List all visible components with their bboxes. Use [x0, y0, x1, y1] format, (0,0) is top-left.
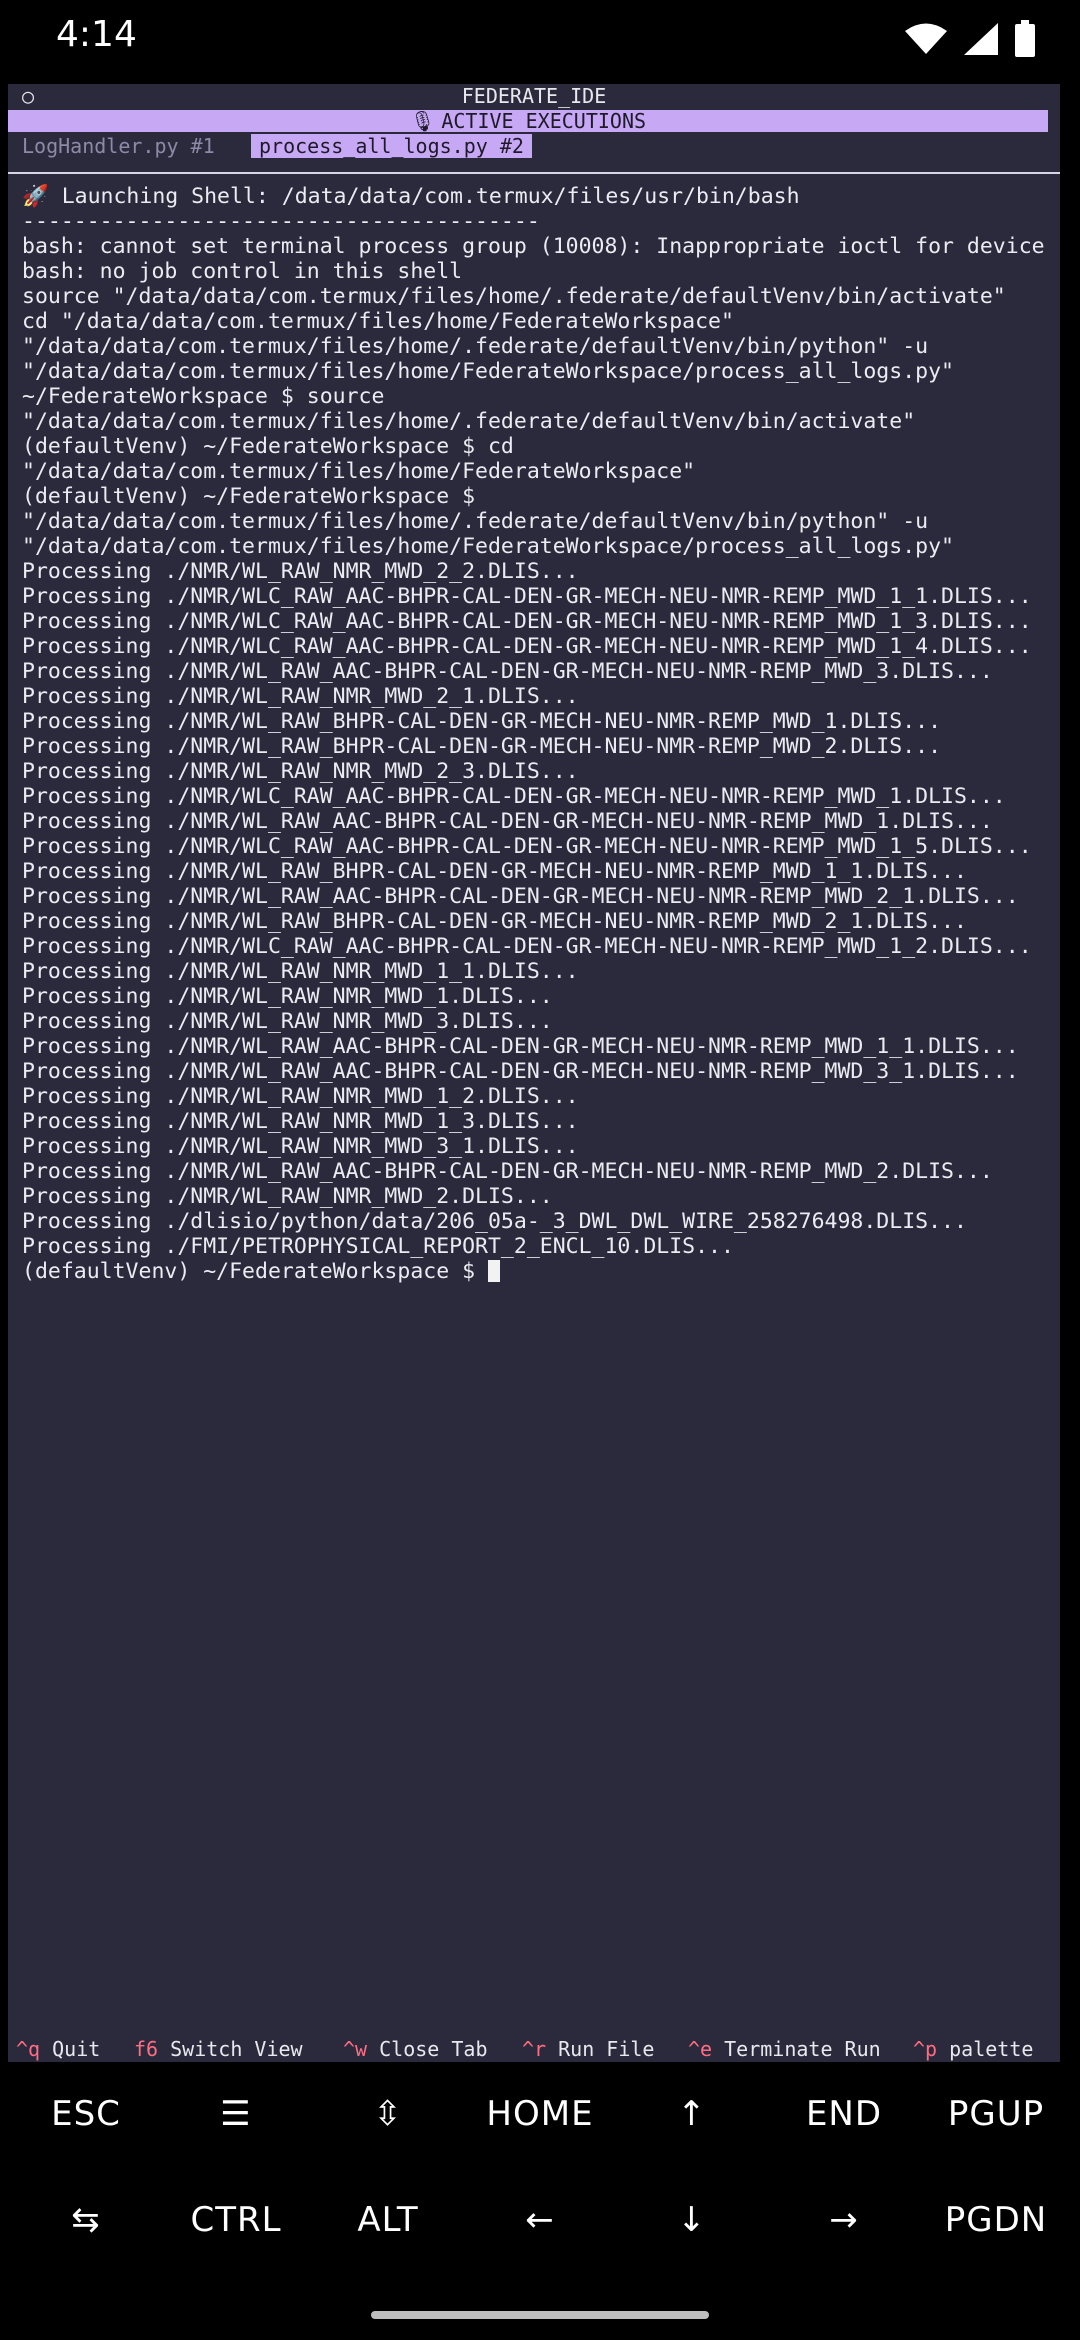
- battery-icon: [1015, 20, 1035, 57]
- output-line: Processing ./NMR/WL_RAW_BHPR-CAL-DEN-GR-…: [22, 709, 942, 734]
- output-line: Processing ./NMR/WL_RAW_NMR_MWD_2_1.DLIS…: [22, 684, 579, 709]
- shortcut-bar: ^q Quit f6 Switch View ^w Close Tab ^r Run …: [8, 2036, 1060, 2062]
- shortcut-quit[interactable]: ^q Quit: [16, 2036, 100, 2062]
- shortcut-key: ^e: [688, 2037, 713, 2061]
- shortcut-label: Run File: [558, 2037, 655, 2061]
- output-line: Processing ./NMR/WLC_RAW_AAC-BHPR-CAL-DE…: [22, 834, 1032, 859]
- output-line: Processing ./NMR/WLC_RAW_AAC-BHPR-CAL-DE…: [22, 784, 1006, 809]
- output-line: (defaultVenv) ~/FederateWorkspace $: [22, 484, 476, 509]
- output-line: "/data/data/com.termux/files/home/.feder…: [22, 509, 929, 534]
- prompt-line[interactable]: (defaultVenv) ~/FederateWorkspace $: [22, 1259, 1052, 1284]
- output-line: Processing ./NMR/WL_RAW_AAC-BHPR-CAL-DEN…: [22, 884, 1019, 909]
- output-line: Processing ./NMR/WL_RAW_NMR_MWD_2.DLIS..…: [22, 1184, 553, 1209]
- output-line: bash: cannot set terminal process group …: [22, 234, 1045, 259]
- ctrl-key[interactable]: CTRL: [161, 2180, 311, 2260]
- status-icons: [904, 20, 1036, 58]
- tab-loghandler[interactable]: LogHandler.py #1: [14, 134, 223, 158]
- output-line: Processing ./NMR/WL_RAW_AAC-BHPR-CAL-DEN…: [22, 1059, 1019, 1084]
- shortcut-close-tab[interactable]: ^w Close Tab: [343, 2036, 488, 2062]
- left-arrow-key[interactable]: ←: [465, 2180, 615, 2260]
- output-line: bash: no job control in this shell: [22, 259, 463, 284]
- shortcut-label: Quit: [52, 2037, 101, 2061]
- pgup-key[interactable]: PGUP: [921, 2074, 1071, 2154]
- shortcut-terminate-run[interactable]: ^e Terminate Run: [688, 2036, 881, 2062]
- output-line: Processing ./NMR/WL_RAW_AAC-BHPR-CAL-DEN…: [22, 809, 993, 834]
- output-line: Processing ./FMI/PETROPHYSICAL_REPORT_2_…: [22, 1234, 734, 1259]
- end-key[interactable]: END: [769, 2074, 919, 2154]
- output-line: "/data/data/com.termux/files/home/.feder…: [22, 334, 929, 359]
- home-key[interactable]: HOME: [465, 2074, 615, 2154]
- shortcut-label: Terminate Run: [724, 2037, 881, 2061]
- output-line: Processing ./NMR/WLC_RAW_AAC-BHPR-CAL-DE…: [22, 584, 1032, 609]
- up-arrow-key[interactable]: ↑: [617, 2074, 767, 2154]
- output-line: Processing ./NMR/WLC_RAW_AAC-BHPR-CAL-DE…: [22, 609, 1032, 634]
- shortcut-switch-view[interactable]: f6 Switch View: [134, 2036, 303, 2062]
- alt-key[interactable]: ALT: [313, 2180, 463, 2260]
- shortcut-label: Close Tab: [379, 2037, 488, 2061]
- shortcut-key: ^q: [16, 2037, 41, 2061]
- signal-icon: [964, 23, 998, 55]
- shortcut-label: Switch View: [170, 2037, 303, 2061]
- output-line: "/data/data/com.termux/files/home/Federa…: [22, 534, 954, 559]
- shell-prompt: (defaultVenv) ~/FederateWorkspace $: [22, 1259, 488, 1284]
- output-line: Processing ./NMR/WL_RAW_AAC-BHPR-CAL-DEN…: [22, 1159, 993, 1184]
- shortcut-key: ^r: [522, 2037, 547, 2061]
- output-line: Processing ./NMR/WL_RAW_NMR_MWD_1_1.DLIS…: [22, 959, 579, 984]
- wifi-icon: [905, 23, 947, 54]
- output-line: 🚀 Launching Shell: /data/data/com.termux…: [22, 184, 800, 209]
- terminal-window[interactable]: ○ FEDERATE_IDE 🎙 ACTIVE EXECUTIONS LogHan…: [8, 84, 1060, 2062]
- output-line: Processing ./NMR/WL_RAW_BHPR-CAL-DEN-GR-…: [22, 859, 967, 884]
- output-line: Processing ./NMR/WL_RAW_NMR_MWD_2_2.DLIS…: [22, 559, 579, 584]
- home-indicator[interactable]: [371, 2311, 709, 2319]
- esc-key[interactable]: ESC: [11, 2074, 161, 2154]
- microphone-icon: 🎙: [409, 109, 436, 133]
- output-line: Processing ./NMR/WL_RAW_AAC-BHPR-CAL-DEN…: [22, 1034, 1019, 1059]
- shortcut-run-file[interactable]: ^r Run File: [522, 2036, 654, 2062]
- shortcut-label: palette: [949, 2037, 1034, 2061]
- terminal-output[interactable]: 🚀 Launching Shell: /data/data/com.termux…: [22, 184, 1052, 1284]
- app-title: FEDERATE_IDE: [461, 84, 607, 108]
- output-line: Processing ./NMR/WL_RAW_NMR_MWD_1_2.DLIS…: [22, 1084, 579, 1109]
- output-line: ----------------------------------------: [22, 209, 540, 234]
- active-executions-title: ACTIVE EXECUTIONS: [441, 109, 647, 133]
- output-line: Processing ./NMR/WL_RAW_AAC-BHPR-CAL-DEN…: [22, 659, 993, 684]
- output-line: Processing ./NMR/WL_RAW_NMR_MWD_1.DLIS..…: [22, 984, 553, 1009]
- output-line: Processing ./NMR/WL_RAW_NMR_MWD_3_1.DLIS…: [22, 1134, 579, 1159]
- shortcut-palette[interactable]: ^p palette: [913, 2036, 1033, 2062]
- output-line: Processing ./NMR/WL_RAW_BHPR-CAL-DEN-GR-…: [22, 734, 942, 759]
- menu-key[interactable]: ☰: [161, 2074, 311, 2154]
- output-line: "/data/data/com.termux/files/home/.feder…: [22, 409, 916, 434]
- active-executions-bar: 🎙 ACTIVE EXECUTIONS: [8, 110, 1048, 132]
- output-line: "/data/data/com.termux/files/home/Federa…: [22, 359, 954, 384]
- right-arrow-key[interactable]: →: [769, 2180, 919, 2260]
- output-line: Processing ./NMR/WLC_RAW_AAC-BHPR-CAL-DE…: [22, 934, 1032, 959]
- output-line: Processing ./NMR/WLC_RAW_AAC-BHPR-CAL-DE…: [22, 634, 1032, 659]
- shortcut-key: ^p: [913, 2037, 938, 2061]
- shortcut-key: ^w: [343, 2037, 368, 2061]
- output-line: Processing ./NMR/WL_RAW_BHPR-CAL-DEN-GR-…: [22, 909, 967, 934]
- output-line: Processing ./NMR/WL_RAW_NMR_MWD_1_3.DLIS…: [22, 1109, 579, 1134]
- output-line: (defaultVenv) ~/FederateWorkspace $ cd: [22, 434, 514, 459]
- output-line: "/data/data/com.termux/files/home/Federa…: [22, 459, 696, 484]
- output-line: cd "/data/data/com.termux/files/home/Fed…: [22, 309, 734, 334]
- output-line: source "/data/data/com.termux/files/home…: [22, 284, 1006, 309]
- text-cursor: [488, 1260, 500, 1282]
- scroll-key[interactable]: ⇳: [313, 2074, 463, 2154]
- status-bar: 4:14: [0, 0, 1080, 84]
- extra-keys-bar: ESC ☰ ⇳ HOME ↑ END PGUP ⇆ CTRL ALT ← ↓ → PGDN: [0, 2062, 1080, 2340]
- down-arrow-key[interactable]: ↓: [617, 2180, 767, 2260]
- output-line: ~/FederateWorkspace $ source: [22, 384, 385, 409]
- output-line: Processing ./dlisio/python/data/206_05a-…: [22, 1209, 967, 1234]
- tab-bar: LogHandler.py #1 process_all_logs.py #2: [8, 134, 1060, 158]
- tab-divider: [8, 172, 1060, 174]
- tab-key[interactable]: ⇆: [11, 2180, 161, 2260]
- shortcut-key: f6: [134, 2037, 159, 2061]
- output-line: Processing ./NMR/WL_RAW_NMR_MWD_3.DLIS..…: [22, 1009, 553, 1034]
- pgdn-key[interactable]: PGDN: [921, 2180, 1071, 2260]
- title-row: ○ FEDERATE_IDE: [8, 84, 1060, 108]
- output-line: Processing ./NMR/WL_RAW_NMR_MWD_2_3.DLIS…: [22, 759, 579, 784]
- status-time: 4:14: [56, 14, 137, 55]
- tab-process-all-logs[interactable]: process_all_logs.py #2: [251, 134, 532, 158]
